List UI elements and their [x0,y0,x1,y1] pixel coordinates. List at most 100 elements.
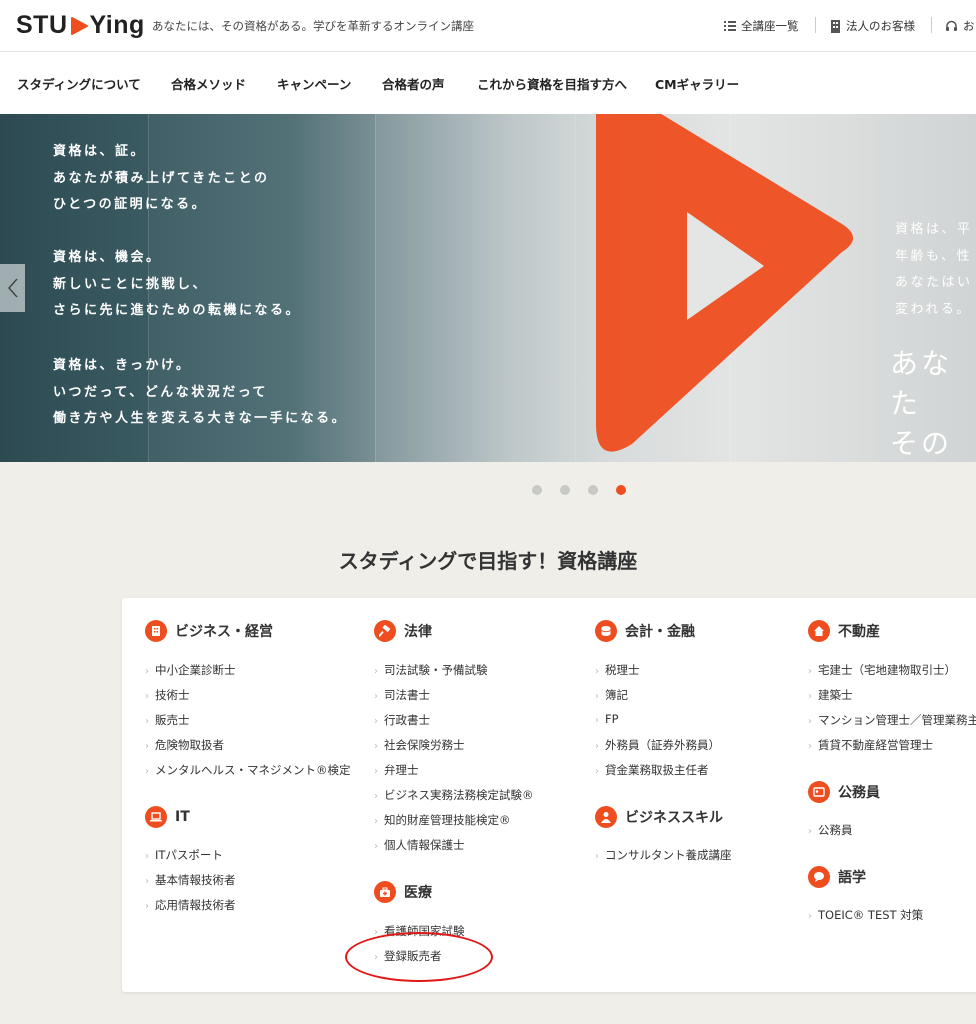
all-courses-label: 全講座一覧 [741,19,799,33]
course-link[interactable]: 司法試験・予備試験 [374,662,488,678]
main-nav: スタディングについて 合格メソッド キャンペーン 合格者の声 これから資格を目指… [0,52,976,114]
logo-play-icon [70,16,88,35]
category-accounting[interactable]: 会計・金融 [595,620,695,642]
hero-paragraph-2: 資格は、機会。 新しいことに挑戦し、 さらに先に進むための転機になる。 [53,245,301,325]
course-link[interactable]: 司法書士 [374,687,430,703]
carousel-prev-button[interactable] [0,264,25,312]
category-business[interactable]: ビジネス・経営 [145,620,273,642]
list-icon [724,21,736,31]
speech-bubble-icon [808,866,830,888]
course-link[interactable]: 簿記 [595,687,628,703]
course-link[interactable]: 販売士 [145,712,190,728]
hero-play-logo [596,114,853,452]
person-icon [595,806,617,828]
category-real-estate[interactable]: 不動産 [808,620,880,642]
course-link[interactable]: TOEIC® TEST 対策 [808,907,923,923]
house-icon [808,620,830,642]
hero-next-slide-headline: あなた その資 [890,344,976,462]
carousel-dot[interactable] [532,485,542,495]
course-link[interactable]: 弁理士 [374,762,419,778]
all-courses-link[interactable]: 全講座一覧 [724,18,799,34]
gavel-icon [374,620,396,642]
course-link[interactable]: コンサルタント養成講座 [595,847,732,863]
hero-line: 新しいことに挑戦し、 [53,276,209,292]
util-divider [815,17,816,33]
category-it[interactable]: IT [145,806,190,828]
hero-panel [375,114,575,462]
course-link[interactable]: 技術士 [145,687,190,703]
util-divider [931,17,932,33]
category-law[interactable]: 法律 [374,620,432,642]
course-link[interactable]: 賃貸不動産経営管理士 [808,737,933,753]
category-title: 不動産 [838,624,880,640]
course-link[interactable]: 中小企業診断士 [145,662,236,678]
chevron-left-icon [7,278,18,298]
id-card-icon [808,781,830,803]
hero-line: あなたが積み上げてきたことの [53,170,270,186]
hero-paragraph-3: 資格は、きっかけ。 いつだって、どんな状況だって 働き方や人生を変える大きな一手… [53,353,347,433]
category-language[interactable]: 語学 [808,866,866,888]
support-label: お [963,19,975,33]
course-link[interactable]: 外務員（証券外務員） [595,737,720,753]
category-title: ビジネススキル [625,810,723,826]
top-header: STU Ying あなたには、その資格がある。学びを革新するオンライン講座 全講… [0,0,976,52]
coins-icon [595,620,617,642]
business-icon [145,620,167,642]
highlight-circle-annotation [345,932,493,982]
course-link[interactable]: 建築士 [808,687,853,703]
course-link[interactable]: 危険物取扱者 [145,737,224,753]
category-business-skill[interactable]: ビジネススキル [595,806,723,828]
category-title: 法律 [404,624,432,640]
course-link[interactable]: 知的財産管理技能検定® [374,812,511,828]
hero-headline-line: あなた [890,347,953,420]
nav-voices[interactable]: 合格者の声 [382,74,445,93]
hero-line: 働き方や人生を変える大きな一手になる。 [53,411,348,426]
course-link[interactable]: 個人情報保護士 [374,837,465,853]
hero-line: 資格は、きっかけ。 [53,358,192,373]
course-link[interactable]: FP [595,712,619,726]
hero-line: 資格は、証。 [53,144,147,159]
course-link[interactable]: 税理士 [595,662,640,678]
category-title: 会計・金融 [625,624,695,640]
building-icon [831,19,840,33]
course-link[interactable]: 貸金業務取扱主任者 [595,762,709,778]
category-medical[interactable]: 医療 [374,881,432,903]
course-link[interactable]: 行政書士 [374,712,430,728]
carousel-dot[interactable] [560,485,570,495]
medical-bag-icon [374,881,396,903]
course-link[interactable]: 宅建士（宅地建物取引士） [808,662,956,678]
carousel-dot[interactable] [588,485,598,495]
studying-logo[interactable]: STU Ying [16,11,145,40]
course-link[interactable]: メンタルヘルス・マネジメント®検定 [145,762,351,778]
support-link[interactable]: お [945,18,975,34]
hero-line: さらに先に進むための転機になる。 [53,303,302,318]
hero-line: 資格は、平 [895,222,973,237]
category-title: IT [175,809,190,825]
laptop-icon [145,806,167,828]
course-link[interactable]: 応用情報技術者 [145,897,236,913]
hero-line: いつだって、どんな状況だって [53,384,269,400]
hero-line: 変われる。 [895,301,972,317]
hero-headline-line: その資 [890,427,953,460]
hero-line: 年齢も、性 [895,248,973,264]
nav-campaign[interactable]: キャンペーン [277,74,351,93]
nav-about[interactable]: スタディングについて [17,74,141,93]
course-link[interactable]: ITパスポート [145,847,223,863]
category-title: 医療 [404,885,432,901]
category-title: 公務員 [838,785,880,801]
course-link[interactable]: マンション管理士／管理業務主 [808,712,976,728]
hero-next-slide-text: 資格は、平 年齢も、性 あなたはい 変われる。 [895,217,973,323]
course-link[interactable]: 公務員 [808,822,853,838]
course-link[interactable]: 基本情報技術者 [145,872,236,888]
carousel-dot-active[interactable] [616,485,626,495]
courses-section-title: スタディングで目指す！資格講座 [338,549,638,573]
nav-cm-gallery[interactable]: CMギャラリー [655,74,739,93]
course-link[interactable]: ビジネス実務法務検定試験® [374,787,534,803]
category-civil-servant[interactable]: 公務員 [808,781,880,803]
nav-beginners[interactable]: これから資格を目指す方へ [477,74,627,93]
hero-line: あなたはい [895,275,973,290]
corporate-link[interactable]: 法人のお客様 [830,18,915,34]
hero-banner[interactable]: 資格は、証。 あなたが積み上げてきたことの ひとつの証明になる。 資格は、機会。… [0,114,976,462]
course-link[interactable]: 社会保険労務士 [374,737,465,753]
nav-method[interactable]: 合格メソッド [171,74,246,93]
